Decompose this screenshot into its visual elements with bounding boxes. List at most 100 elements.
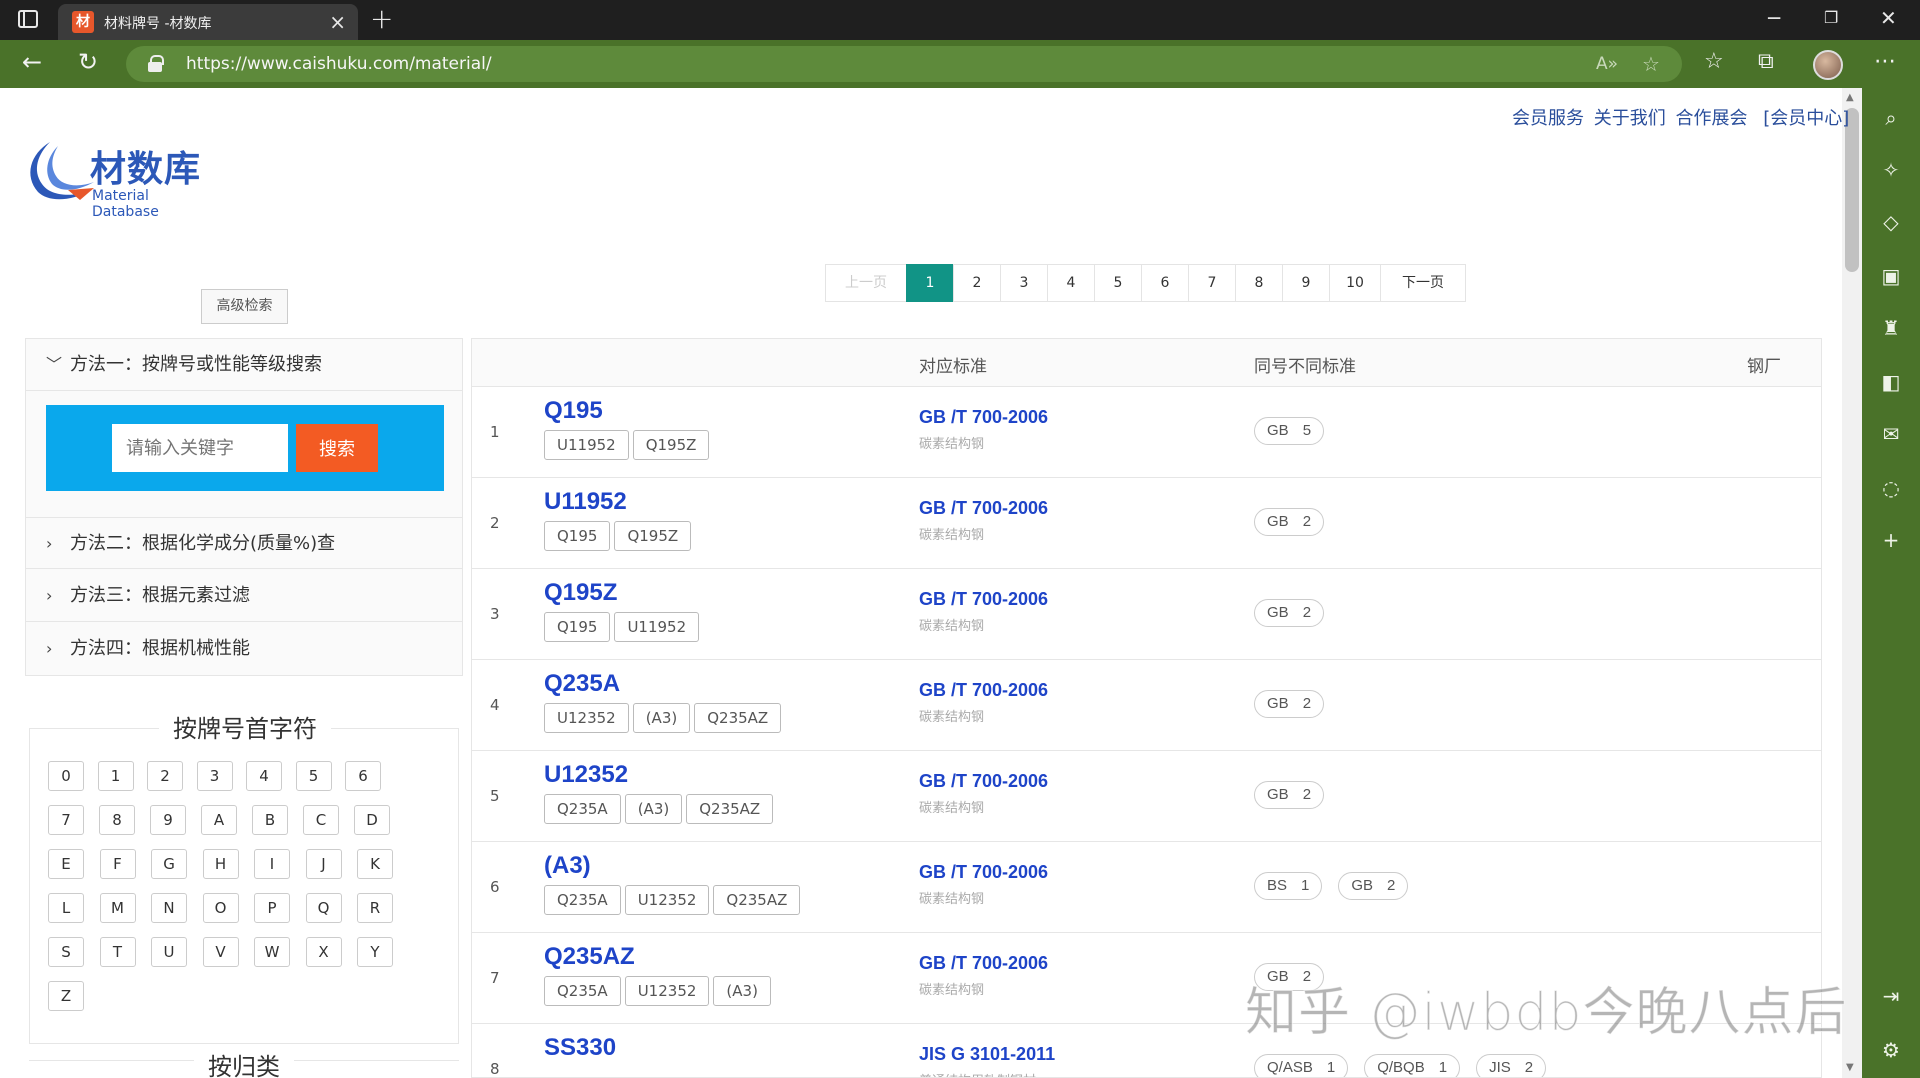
advanced-search-button[interactable]: 高级检索 — [201, 289, 288, 324]
standard-link[interactable]: GB /T 700-2006 — [919, 862, 1048, 883]
grade-link[interactable]: (A3) — [544, 852, 591, 880]
alias-tag[interactable]: U12352 — [624, 885, 710, 915]
letter-filter-f[interactable]: F — [99, 849, 136, 879]
site-logo[interactable]: 材数库 Material Database — [20, 136, 220, 220]
standard-count-pill[interactable]: Q/ASB 1 — [1254, 1054, 1349, 1077]
page-2-button[interactable]: 2 — [953, 264, 1001, 302]
add-favorite-icon[interactable]: ☆ — [1642, 52, 1660, 76]
letter-filter-j[interactable]: J — [305, 849, 342, 879]
letter-filter-l[interactable]: L — [48, 893, 84, 923]
page-10-button[interactable]: 10 — [1329, 264, 1381, 302]
more-options-icon[interactable]: ⋯ — [1874, 49, 1896, 74]
letter-filter-u[interactable]: U — [151, 937, 187, 967]
standard-count-pill[interactable]: BS 1 — [1254, 872, 1323, 900]
link-member-center[interactable]: [会员中心] — [1763, 108, 1849, 129]
keyword-search-input[interactable] — [112, 424, 288, 472]
next-page-button[interactable]: 下一页 — [1380, 264, 1466, 302]
alias-tag[interactable]: U12352 — [544, 703, 629, 733]
page-6-button[interactable]: 6 — [1141, 264, 1189, 302]
letter-filter-3[interactable]: 3 — [196, 761, 233, 791]
standard-count-pill[interactable]: GB 5 — [1254, 417, 1325, 445]
games-icon[interactable]: ♜ — [1862, 316, 1920, 340]
scrollbar-thumb[interactable] — [1845, 108, 1859, 272]
page-7-button[interactable]: 7 — [1188, 264, 1236, 302]
letter-filter-2[interactable]: 2 — [147, 761, 183, 791]
standard-link[interactable]: GB /T 700-2006 — [919, 407, 1048, 428]
restore-icon[interactable]: ❐ — [1824, 8, 1838, 27]
grade-link[interactable]: Q235A — [544, 670, 620, 698]
alias-tag[interactable]: U12352 — [624, 976, 710, 1006]
letter-filter-a[interactable]: A — [201, 805, 237, 835]
alias-tag[interactable]: Q195 — [544, 612, 611, 642]
letter-filter-h[interactable]: H — [202, 849, 239, 879]
link-about-us[interactable]: 关于我们 — [1594, 108, 1666, 129]
standard-link[interactable]: GB /T 700-2006 — [919, 498, 1048, 519]
search-icon[interactable]: ⌕ — [1862, 106, 1920, 130]
alias-tag[interactable]: (A3) — [713, 976, 771, 1006]
letter-filter-5[interactable]: 5 — [295, 761, 332, 791]
letter-filter-n[interactable]: N — [151, 893, 187, 923]
letter-filter-4[interactable]: 4 — [246, 761, 282, 791]
alias-tag[interactable]: (A3) — [632, 703, 691, 733]
method-3-header[interactable]: › 方法三：根据元素过滤 — [26, 570, 462, 622]
scroll-up-icon[interactable]: ▲ — [1846, 92, 1854, 103]
letter-filter-8[interactable]: 8 — [99, 805, 135, 835]
standard-count-pill[interactable]: GB 2 — [1254, 781, 1325, 809]
letter-filter-q[interactable]: Q — [305, 893, 342, 923]
alias-tag[interactable]: Q235A — [544, 976, 621, 1006]
alias-tag[interactable]: U11952 — [544, 430, 629, 460]
url-field[interactable]: https://www.caishuku.com/material/ A» ☆ — [126, 46, 1682, 82]
link-exhibition[interactable]: 合作展会 — [1675, 108, 1747, 129]
new-tab-icon[interactable]: + — [370, 2, 393, 35]
grade-link[interactable]: Q235AZ — [544, 943, 635, 971]
letter-filter-y[interactable]: Y — [357, 937, 393, 967]
alias-tag[interactable]: Q195Z — [614, 521, 692, 551]
page-5-button[interactable]: 5 — [1094, 264, 1142, 302]
search-button[interactable]: 搜索 — [296, 424, 378, 472]
alias-tag[interactable]: U11952 — [614, 612, 700, 642]
letter-filter-d[interactable]: D — [354, 805, 390, 835]
letter-filter-g[interactable]: G — [151, 849, 187, 879]
page-4-button[interactable]: 4 — [1047, 264, 1095, 302]
browser-tab[interactable]: 材 材料牌号 -材数库 × — [58, 4, 358, 40]
method-1-header[interactable]: ﹀ 方法一：按牌号或性能等级搜索 — [26, 339, 462, 391]
discover-icon[interactable]: ✧ — [1862, 158, 1920, 182]
alias-tag[interactable]: Q195 — [544, 521, 611, 551]
standard-link[interactable]: JIS G 3101-2011 — [919, 1044, 1055, 1065]
refresh-icon[interactable]: ↻ — [78, 48, 98, 76]
method-2-header[interactable]: › 方法二：根据化学成分(质量%)查 — [26, 517, 462, 569]
shopping-tag-icon[interactable]: ◇ — [1862, 210, 1920, 234]
profile-avatar[interactable] — [1813, 50, 1843, 80]
letter-filter-x[interactable]: X — [305, 937, 342, 967]
favorites-icon[interactable]: ☆ — [1704, 49, 1724, 74]
outlook-icon[interactable]: ✉ — [1862, 422, 1920, 446]
alias-tag[interactable]: Q235A — [544, 794, 621, 824]
alias-tag[interactable]: Q235AZ — [686, 794, 774, 824]
letter-filter-1[interactable]: 1 — [97, 761, 134, 791]
page-8-button[interactable]: 8 — [1235, 264, 1283, 302]
alias-tag[interactable]: Q235AZ — [713, 885, 801, 915]
standard-count-pill[interactable]: GB 2 — [1338, 872, 1409, 900]
letter-filter-r[interactable]: R — [357, 893, 393, 923]
back-icon[interactable]: ← — [22, 48, 42, 76]
alias-tag[interactable]: (A3) — [624, 794, 683, 824]
letter-filter-s[interactable]: S — [48, 937, 84, 967]
close-window-icon[interactable]: ✕ — [1880, 6, 1897, 30]
letter-filter-w[interactable]: W — [254, 937, 290, 967]
grade-link[interactable]: U12352 — [544, 761, 628, 789]
letter-filter-i[interactable]: I — [254, 849, 290, 879]
standard-count-pill[interactable]: GB 2 — [1254, 599, 1325, 627]
link-member-service[interactable]: 会员服务 — [1512, 108, 1584, 129]
settings-gear-icon[interactable]: ⚙ — [1862, 1038, 1920, 1062]
alias-tag[interactable]: Q235A — [544, 885, 621, 915]
letter-filter-o[interactable]: O — [202, 893, 239, 923]
tab-actions-icon[interactable] — [18, 10, 38, 28]
scroll-down-icon[interactable]: ▼ — [1846, 1062, 1854, 1073]
notifications-icon[interactable]: ◌ — [1862, 476, 1920, 500]
standard-count-pill[interactable]: GB 2 — [1254, 508, 1325, 536]
minimize-icon[interactable]: ─ — [1768, 6, 1780, 30]
tab-close-icon[interactable]: × — [329, 10, 346, 34]
letter-filter-6[interactable]: 6 — [345, 761, 381, 791]
hide-sidebar-icon[interactable]: ⇥ — [1862, 984, 1920, 1008]
collections-icon[interactable]: ⧉ — [1758, 49, 1774, 74]
